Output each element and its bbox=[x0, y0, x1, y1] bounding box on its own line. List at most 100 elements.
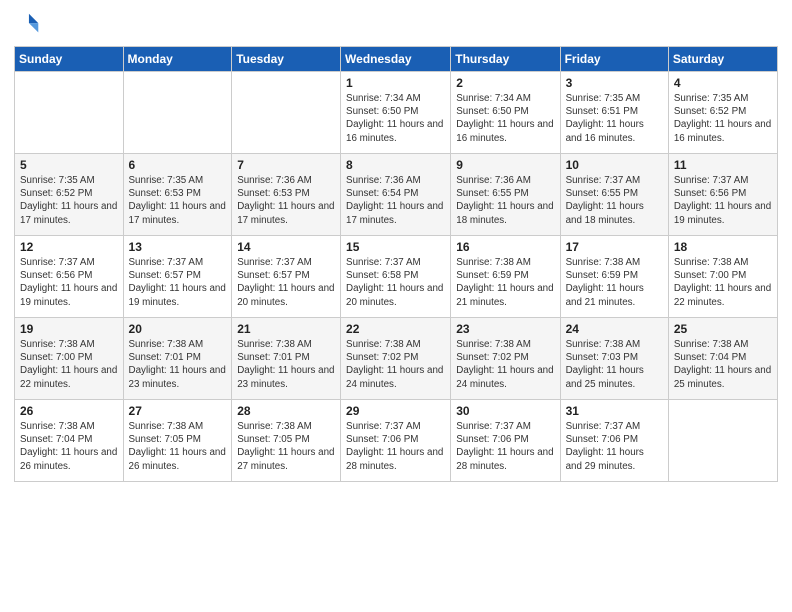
day-info: Sunrise: 7:35 AM Sunset: 6:51 PM Dayligh… bbox=[566, 92, 663, 145]
day-info: Sunrise: 7:38 AM Sunset: 7:00 PM Dayligh… bbox=[674, 256, 772, 309]
day-number: 28 bbox=[237, 404, 335, 418]
calendar-cell bbox=[15, 72, 124, 154]
day-number: 4 bbox=[674, 76, 772, 90]
weekday-header-saturday: Saturday bbox=[668, 47, 777, 72]
calendar-cell: 13 Sunrise: 7:37 AM Sunset: 6:57 PM Dayli… bbox=[123, 236, 232, 318]
day-number: 17 bbox=[566, 240, 663, 254]
day-number: 26 bbox=[20, 404, 118, 418]
day-info: Sunrise: 7:35 AM Sunset: 6:52 PM Dayligh… bbox=[20, 174, 118, 227]
day-info: Sunrise: 7:36 AM Sunset: 6:53 PM Dayligh… bbox=[237, 174, 335, 227]
day-number: 18 bbox=[674, 240, 772, 254]
weekday-header-row: SundayMondayTuesdayWednesdayThursdayFrid… bbox=[15, 47, 778, 72]
day-number: 11 bbox=[674, 158, 772, 172]
calendar-cell: 6Sunrise: 7:35 AM Sunset: 6:53 PM Daylig… bbox=[123, 154, 232, 236]
day-info: Sunrise: 7:36 AM Sunset: 6:54 PM Dayligh… bbox=[346, 174, 445, 227]
day-info: Sunrise: 7:38 AM Sunset: 7:01 PM Dayligh… bbox=[129, 338, 227, 391]
calendar-cell: 25 Sunrise: 7:38 AM Sunset: 7:04 PM Dayli… bbox=[668, 318, 777, 400]
day-number: 20 bbox=[129, 322, 227, 336]
day-number: 9 bbox=[456, 158, 554, 172]
week-row-3: 12Sunrise: 7:37 AM Sunset: 6:56 PM Dayli… bbox=[15, 236, 778, 318]
day-info: Sunrise: 7:38 AM Sunset: 6:59 PM Dayligh… bbox=[456, 256, 554, 309]
calendar-cell: 23 Sunrise: 7:38 AM Sunset: 7:02 PM Dayli… bbox=[451, 318, 560, 400]
day-info: Sunrise: 7:35 AM Sunset: 6:53 PM Dayligh… bbox=[129, 174, 227, 227]
calendar-cell: 4 Sunrise: 7:35 AM Sunset: 6:52 PM Daylig… bbox=[668, 72, 777, 154]
calendar-cell: 17 Sunrise: 7:38 AM Sunset: 6:59 PM Dayli… bbox=[560, 236, 668, 318]
day-info: Sunrise: 7:37 AM Sunset: 6:57 PM Dayligh… bbox=[237, 256, 335, 309]
calendar-cell bbox=[123, 72, 232, 154]
calendar-cell: 11 Sunrise: 7:37 AM Sunset: 6:56 PM Dayli… bbox=[668, 154, 777, 236]
day-info: Sunrise: 7:34 AM Sunset: 6:50 PM Dayligh… bbox=[346, 92, 445, 145]
calendar-cell: 14 Sunrise: 7:37 AM Sunset: 6:57 PM Dayli… bbox=[232, 236, 341, 318]
day-info: Sunrise: 7:38 AM Sunset: 7:04 PM Dayligh… bbox=[674, 338, 772, 391]
week-row-2: 5Sunrise: 7:35 AM Sunset: 6:52 PM Daylig… bbox=[15, 154, 778, 236]
weekday-header-sunday: Sunday bbox=[15, 47, 124, 72]
calendar-cell: 26 Sunrise: 7:38 AM Sunset: 7:04 PM Dayli… bbox=[15, 400, 124, 482]
day-info: Sunrise: 7:38 AM Sunset: 7:05 PM Dayligh… bbox=[129, 420, 227, 473]
calendar-table: SundayMondayTuesdayWednesdayThursdayFrid… bbox=[14, 46, 778, 482]
calendar-cell: 24 Sunrise: 7:38 AM Sunset: 7:03 PM Dayli… bbox=[560, 318, 668, 400]
calendar-cell bbox=[668, 400, 777, 482]
day-number: 16 bbox=[456, 240, 554, 254]
calendar-cell: 18 Sunrise: 7:38 AM Sunset: 7:00 PM Dayli… bbox=[668, 236, 777, 318]
calendar-cell: 29Sunrise: 7:37 AM Sunset: 7:06 PM Dayli… bbox=[341, 400, 451, 482]
day-info: Sunrise: 7:38 AM Sunset: 7:02 PM Dayligh… bbox=[456, 338, 554, 391]
day-info: Sunrise: 7:38 AM Sunset: 7:04 PM Dayligh… bbox=[20, 420, 118, 473]
day-number: 2 bbox=[456, 76, 554, 90]
calendar-cell: 31Sunrise: 7:37 AM Sunset: 7:06 PM Dayli… bbox=[560, 400, 668, 482]
calendar-cell: 27 Sunrise: 7:38 AM Sunset: 7:05 PM Dayli… bbox=[123, 400, 232, 482]
week-row-1: 1 Sunrise: 7:34 AM Sunset: 6:50 PM Daylig… bbox=[15, 72, 778, 154]
day-number: 13 bbox=[129, 240, 227, 254]
calendar-cell: 19Sunrise: 7:38 AM Sunset: 7:00 PM Dayli… bbox=[15, 318, 124, 400]
day-number: 23 bbox=[456, 322, 554, 336]
day-number: 25 bbox=[674, 322, 772, 336]
day-info: Sunrise: 7:38 AM Sunset: 7:02 PM Dayligh… bbox=[346, 338, 445, 391]
day-info: Sunrise: 7:36 AM Sunset: 6:55 PM Dayligh… bbox=[456, 174, 554, 227]
day-info: Sunrise: 7:38 AM Sunset: 7:05 PM Dayligh… bbox=[237, 420, 335, 473]
weekday-header-tuesday: Tuesday bbox=[232, 47, 341, 72]
day-number: 19 bbox=[20, 322, 118, 336]
day-info: Sunrise: 7:38 AM Sunset: 7:01 PM Dayligh… bbox=[237, 338, 335, 391]
calendar-cell: 15Sunrise: 7:37 AM Sunset: 6:58 PM Dayli… bbox=[341, 236, 451, 318]
day-info: Sunrise: 7:35 AM Sunset: 6:52 PM Dayligh… bbox=[674, 92, 772, 145]
day-number: 22 bbox=[346, 322, 445, 336]
calendar-cell: 28 Sunrise: 7:38 AM Sunset: 7:05 PM Dayli… bbox=[232, 400, 341, 482]
calendar-cell: 22 Sunrise: 7:38 AM Sunset: 7:02 PM Dayli… bbox=[341, 318, 451, 400]
day-number: 21 bbox=[237, 322, 335, 336]
day-number: 7 bbox=[237, 158, 335, 172]
calendar-cell: 1 Sunrise: 7:34 AM Sunset: 6:50 PM Daylig… bbox=[341, 72, 451, 154]
calendar-cell: 10 Sunrise: 7:37 AM Sunset: 6:55 PM Dayli… bbox=[560, 154, 668, 236]
weekday-header-friday: Friday bbox=[560, 47, 668, 72]
header bbox=[14, 10, 778, 38]
day-info: Sunrise: 7:37 AM Sunset: 6:58 PM Dayligh… bbox=[346, 256, 445, 309]
day-number: 12 bbox=[20, 240, 118, 254]
weekday-header-monday: Monday bbox=[123, 47, 232, 72]
weekday-header-wednesday: Wednesday bbox=[341, 47, 451, 72]
calendar-cell: 5Sunrise: 7:35 AM Sunset: 6:52 PM Daylig… bbox=[15, 154, 124, 236]
page: SundayMondayTuesdayWednesdayThursdayFrid… bbox=[0, 0, 792, 612]
day-number: 14 bbox=[237, 240, 335, 254]
day-number: 10 bbox=[566, 158, 663, 172]
calendar-cell: 20 Sunrise: 7:38 AM Sunset: 7:01 PM Dayli… bbox=[123, 318, 232, 400]
calendar-cell: 8Sunrise: 7:36 AM Sunset: 6:54 PM Daylig… bbox=[341, 154, 451, 236]
day-info: Sunrise: 7:37 AM Sunset: 6:55 PM Dayligh… bbox=[566, 174, 663, 227]
calendar-cell: 3Sunrise: 7:35 AM Sunset: 6:51 PM Daylig… bbox=[560, 72, 668, 154]
day-number: 24 bbox=[566, 322, 663, 336]
day-info: Sunrise: 7:38 AM Sunset: 7:03 PM Dayligh… bbox=[566, 338, 663, 391]
calendar-cell: 9 Sunrise: 7:36 AM Sunset: 6:55 PM Daylig… bbox=[451, 154, 560, 236]
calendar-cell: 12Sunrise: 7:37 AM Sunset: 6:56 PM Dayli… bbox=[15, 236, 124, 318]
day-info: Sunrise: 7:37 AM Sunset: 6:56 PM Dayligh… bbox=[674, 174, 772, 227]
calendar-cell: 7 Sunrise: 7:36 AM Sunset: 6:53 PM Daylig… bbox=[232, 154, 341, 236]
day-number: 1 bbox=[346, 76, 445, 90]
logo bbox=[14, 10, 46, 38]
calendar-cell: 30Sunrise: 7:37 AM Sunset: 7:06 PM Dayli… bbox=[451, 400, 560, 482]
calendar-cell: 21 Sunrise: 7:38 AM Sunset: 7:01 PM Dayli… bbox=[232, 318, 341, 400]
week-row-5: 26 Sunrise: 7:38 AM Sunset: 7:04 PM Dayli… bbox=[15, 400, 778, 482]
day-info: Sunrise: 7:34 AM Sunset: 6:50 PM Dayligh… bbox=[456, 92, 554, 145]
day-info: Sunrise: 7:38 AM Sunset: 6:59 PM Dayligh… bbox=[566, 256, 663, 309]
logo-icon bbox=[14, 10, 42, 38]
calendar-cell: 16 Sunrise: 7:38 AM Sunset: 6:59 PM Dayli… bbox=[451, 236, 560, 318]
day-number: 27 bbox=[129, 404, 227, 418]
day-info: Sunrise: 7:37 AM Sunset: 7:06 PM Dayligh… bbox=[566, 420, 663, 473]
calendar-cell: 2 Sunrise: 7:34 AM Sunset: 6:50 PM Daylig… bbox=[451, 72, 560, 154]
day-info: Sunrise: 7:37 AM Sunset: 6:57 PM Dayligh… bbox=[129, 256, 227, 309]
